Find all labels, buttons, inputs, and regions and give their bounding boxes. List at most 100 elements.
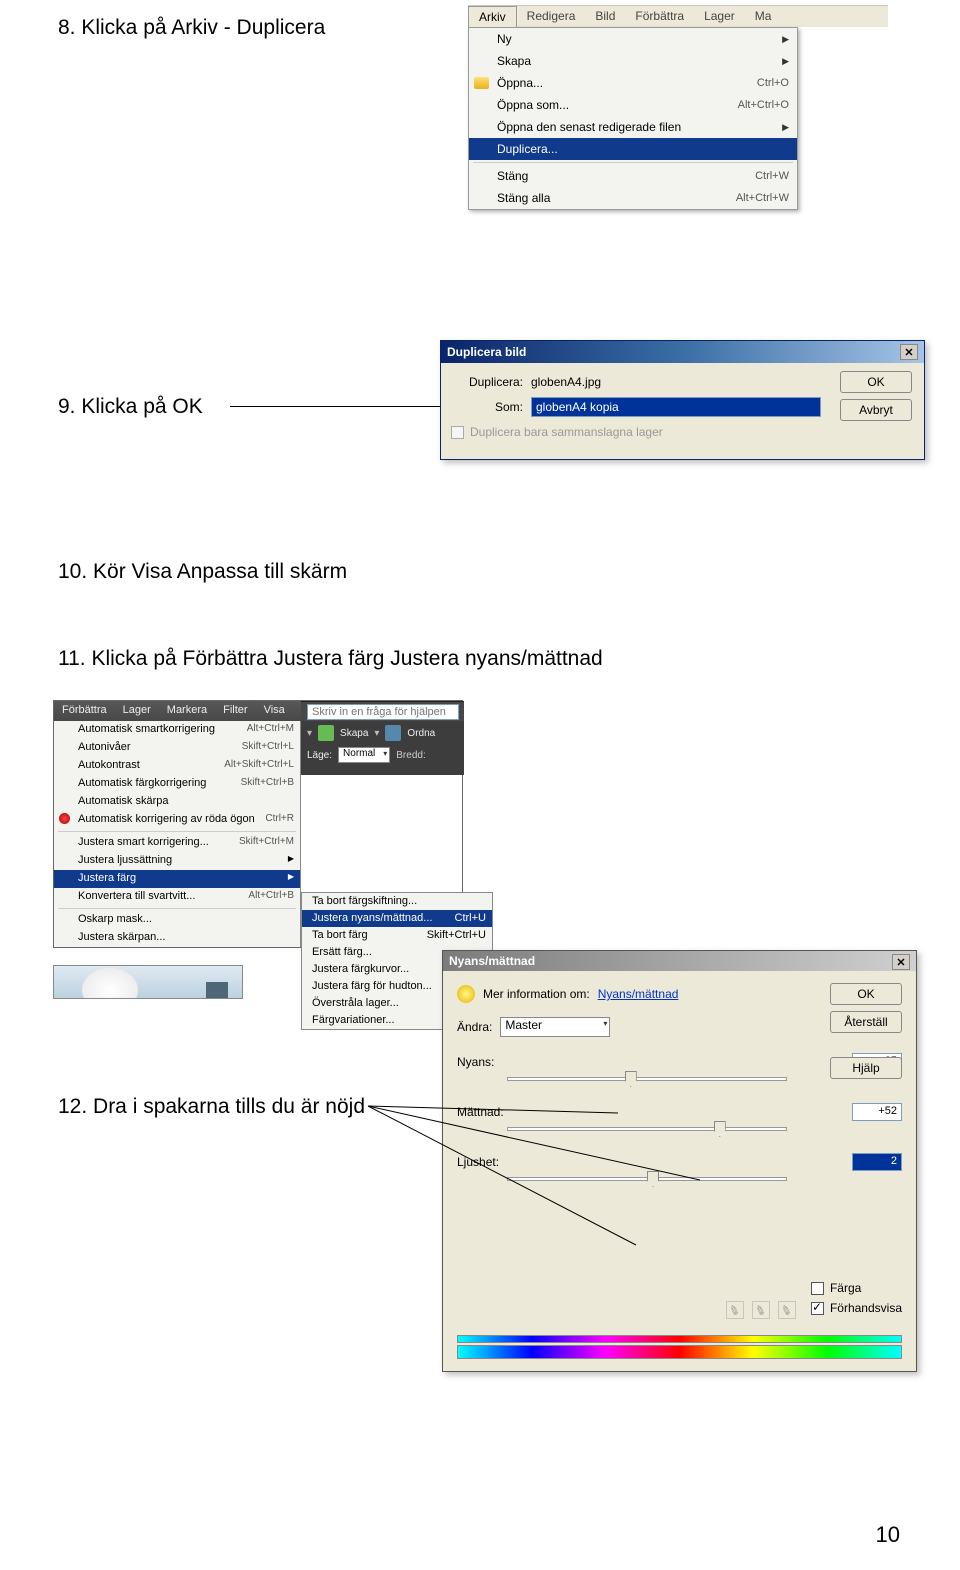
eyedropper-tools — [726, 1301, 796, 1319]
submenu-arrow-icon: ▶ — [288, 872, 294, 886]
mattnad-slider[interactable] — [507, 1127, 787, 1131]
andra-select[interactable]: Master — [500, 1017, 610, 1037]
dialog-title: Duplicera bild — [447, 345, 526, 359]
dialog-title: Nyans/mättnad — [449, 954, 535, 968]
ljushet-value[interactable]: 2 — [852, 1153, 902, 1171]
info-link[interactable]: Nyans/mättnad — [598, 987, 679, 1001]
som-input[interactable]: globenA4 kopia — [531, 397, 821, 417]
dialog-titlebar: Nyans/mättnad ✕ — [443, 951, 916, 971]
slider-thumb[interactable] — [714, 1121, 726, 1137]
menu-item-oppna-som[interactable]: Öppna som...Alt+Ctrl+O — [469, 94, 797, 116]
eyedropper-minus-icon[interactable] — [778, 1301, 796, 1319]
menu-item-stang[interactable]: StängCtrl+W — [469, 165, 797, 187]
submenu-arrow-icon: ▶ — [782, 56, 789, 67]
ordna-icon[interactable] — [385, 725, 401, 741]
menu-item-skapa[interactable]: Skapa▶ — [469, 50, 797, 72]
help-button[interactable]: Hjälp — [830, 1057, 902, 1079]
cancel-button[interactable]: Avbryt — [840, 399, 912, 421]
menu-item-oppna[interactable]: Öppna...Ctrl+O — [469, 72, 797, 94]
menubar-item-ma[interactable]: Ma — [745, 6, 782, 27]
eyedropper-plus-icon[interactable] — [752, 1301, 770, 1319]
ok-button[interactable]: OK — [830, 983, 902, 1005]
app-menubar: Arkiv Redigera Bild Förbättra Lager Ma — [468, 5, 888, 27]
bredd-label: Bredd: — [396, 750, 425, 761]
submenu-item-nyans-mattnad[interactable]: Justera nyans/mättnad...Ctrl+U — [302, 910, 492, 927]
menubar-item-redigera[interactable]: Redigera — [517, 6, 586, 27]
instruction-step9: 9. Klicka på OK — [58, 395, 203, 419]
slider-thumb[interactable] — [625, 1071, 637, 1087]
menu-item-justera-smart[interactable]: Justera smart korrigering...Skift+Ctrl+M — [54, 834, 300, 852]
secondary-toolbar: ▾ Skapa ▾ Ordna Läge: Normal Bredd: — [301, 721, 464, 775]
eyedropper-icon[interactable] — [726, 1301, 744, 1319]
duplicera-label: Duplicera: — [451, 375, 531, 389]
menu-item-roda-ogon[interactable]: Automatisk korrigering av röda ögonCtrl+… — [54, 811, 300, 829]
menu-item-autokontrast[interactable]: AutokontrastAlt+Skift+Ctrl+L — [54, 757, 300, 775]
andra-label: Ändra: — [457, 1020, 492, 1034]
help-search-input[interactable] — [307, 704, 459, 720]
menu-item-autofargkorr[interactable]: Automatisk färgkorrigeringSkift+Ctrl+B — [54, 775, 300, 793]
menu-item-autoskarpa[interactable]: Automatisk skärpa — [54, 793, 300, 811]
submenu-arrow-icon: ▶ — [782, 122, 789, 133]
nyans-mattnad-dialog: Nyans/mättnad ✕ Mer information om: Nyan… — [442, 950, 917, 1372]
menu-item-oppna-senast[interactable]: Öppna den senast redigerade filen▶ — [469, 116, 797, 138]
submenu-item-fargskiftning[interactable]: Ta bort färgskiftning... — [302, 893, 492, 910]
dialog-titlebar: Duplicera bild ✕ — [441, 341, 924, 363]
arkiv-dropdown: Ny▶ Skapa▶ Öppna...Ctrl+O Öppna som...Al… — [468, 27, 798, 210]
lage-label: Läge: — [307, 750, 332, 761]
lage-select[interactable]: Normal — [338, 747, 390, 763]
menubar-item-lager[interactable]: Lager — [115, 701, 159, 721]
menu-item-justera-skarpa[interactable]: Justera skärpan... — [54, 929, 300, 947]
ok-button[interactable]: OK — [840, 371, 912, 393]
help-search-bar — [301, 701, 464, 721]
instruction-step11: 11. Klicka på Förbättra Justera färg Jus… — [58, 647, 603, 671]
menubar-item-arkiv[interactable]: Arkiv — [468, 6, 517, 27]
info-text: Mer information om: — [483, 987, 590, 1001]
submenu-item-tabort-farg[interactable]: Ta bort färgSkift+Ctrl+U — [302, 927, 492, 944]
nyans-slider[interactable] — [507, 1077, 787, 1081]
ljushet-slider[interactable] — [507, 1177, 787, 1181]
ljushet-label: Ljushet: — [457, 1155, 539, 1169]
hue-strip-top — [457, 1335, 902, 1343]
reset-button[interactable]: Återställ — [830, 1011, 902, 1033]
globen-dome-shape — [82, 968, 138, 999]
som-label: Som: — [451, 400, 531, 414]
menu-item-ny[interactable]: Ny▶ — [469, 28, 797, 50]
menubar-item-visa[interactable]: Visa — [256, 701, 293, 721]
forhandsvisa-label: Förhandsvisa — [830, 1301, 902, 1315]
menu-item-oskarp[interactable]: Oskarp mask... — [54, 911, 300, 929]
skapa-icon[interactable] — [318, 725, 334, 741]
menubar-item-forbattra[interactable]: Förbättra — [625, 6, 694, 27]
page-number: 10 — [876, 1522, 900, 1548]
farga-checkbox[interactable] — [811, 1282, 824, 1295]
ordna-label: Ordna — [407, 728, 435, 739]
skapa-label: Skapa — [340, 728, 368, 739]
menubar-item-forbattra[interactable]: Förbättra — [54, 701, 115, 721]
menubar-item-markera[interactable]: Markera — [159, 701, 215, 721]
menu-item-stang-alla[interactable]: Stäng allaAlt+Ctrl+W — [469, 187, 797, 209]
merge-layers-label: Duplicera bara sammanslagna lager — [470, 425, 663, 439]
lightbulb-icon — [457, 985, 475, 1003]
mattnad-value[interactable]: +52 — [852, 1103, 902, 1121]
close-button[interactable]: ✕ — [892, 954, 910, 970]
merge-layers-checkbox — [451, 426, 464, 439]
hue-strip-bottom — [457, 1345, 902, 1359]
folder-icon — [474, 77, 489, 89]
menu-separator — [58, 831, 296, 832]
menu-separator — [58, 908, 296, 909]
menubar-item-lager[interactable]: Lager — [694, 6, 745, 27]
menu-separator — [473, 162, 793, 163]
menu-item-justera-farg[interactable]: Justera färg▶ — [54, 870, 300, 888]
menubar-item-bild[interactable]: Bild — [585, 6, 625, 27]
menu-item-smartkorrigering[interactable]: Automatisk smartkorrigeringAlt+Ctrl+M — [54, 721, 300, 739]
menubar-item-filter[interactable]: Filter — [215, 701, 255, 721]
nyans-label: Nyans: — [457, 1055, 539, 1069]
instruction-step12: 12. Dra i spakarna tills du är nöjd — [58, 1095, 365, 1119]
forhandsvisa-checkbox[interactable] — [811, 1302, 824, 1315]
menu-item-justera-ljus[interactable]: Justera ljussättning▶ — [54, 852, 300, 870]
menu-item-autonivaer[interactable]: AutonivåerSkift+Ctrl+L — [54, 739, 300, 757]
menu-item-duplicera[interactable]: Duplicera... — [469, 138, 797, 160]
slider-thumb[interactable] — [647, 1171, 659, 1187]
arkiv-menu-screenshot: Arkiv Redigera Bild Förbättra Lager Ma N… — [468, 5, 888, 210]
close-button[interactable]: ✕ — [900, 344, 918, 360]
menu-item-konvertera-sv[interactable]: Konvertera till svartvitt...Alt+Ctrl+B — [54, 888, 300, 906]
